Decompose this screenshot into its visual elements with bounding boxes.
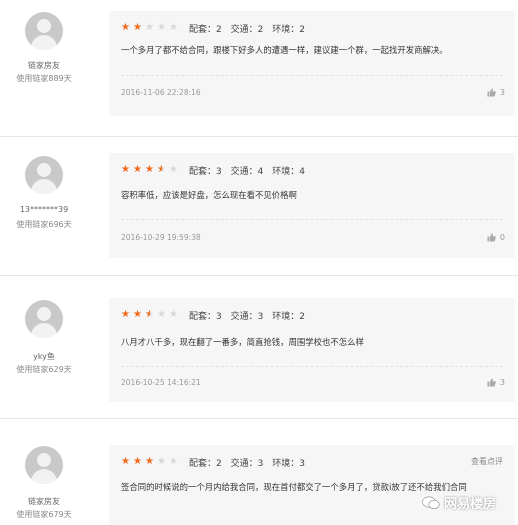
star-icon: ★ (169, 309, 178, 320)
avatar[interactable] (25, 156, 63, 194)
review-date: 2016-10-25 14:16:21 (121, 378, 201, 387)
star-icon: ★ ★ (133, 309, 142, 320)
review-user-days: 使用链家679天 (16, 510, 72, 519)
review-card: ★ ★ ★ ★ ★ ★ ★ 配套：2 交通：2 环境：2 一个多月了都不给合同，跟楼下好多人… (109, 11, 515, 116)
review-divider (0, 136, 518, 137)
star-icon: ★ ★ (145, 164, 154, 175)
score-jiaotong: 交通：3 (230, 311, 264, 322)
score-jiaotong: 交通：3 (230, 458, 264, 469)
star-icon: ★ ★ (121, 456, 130, 467)
review-card: ★ ★ ★ ★ ★ ★ ★ ★ ★ 配套：3 交通：4 环境：4 容积率低，应该是好盘，怎么现在… (109, 153, 515, 258)
star-icon: ★ (169, 164, 178, 175)
like-count: 0 (499, 233, 505, 242)
review-text: 一个多月了都不给合同，跟楼下好多人的遭遇一样，建议建一个群，一起找开发商解决。 (121, 45, 448, 55)
divider (121, 75, 503, 76)
star-rating: ★ ★ ★ ★ ★ ★ ★ ★ (121, 457, 181, 467)
sub-scores: 配套：3 交通：4 环境：4 (189, 164, 311, 177)
like-button[interactable]: 3 (487, 88, 505, 97)
score-huanjing: 环境：3 (272, 458, 305, 469)
review-username[interactable]: yky鱼 (0, 351, 88, 362)
review-card: ★ ★ ★ ★ ★ ★ ★ ★ 配套：3 交通：3 环境：2 八月才八千多，现在翻了一番多，简… (109, 298, 515, 402)
sub-scores: 配套：2 交通：3 环境：3 (189, 456, 311, 469)
review-user-days: 使用链家889天 (16, 74, 72, 83)
star-rating: ★ ★ ★ ★ ★ ★ ★ ★ ★ (121, 165, 181, 175)
avatar[interactable] (25, 12, 63, 50)
review-item: 13*******39 使用链家696天 ★ ★ ★ ★ ★ ★ ★ ★ ★ 配套：3 交通：4… (0, 138, 518, 274)
review-user-days: 使用链家629天 (16, 365, 72, 374)
review-username[interactable]: 链家房友 (0, 496, 88, 507)
divider (121, 366, 503, 367)
thumbs-up-icon (487, 88, 496, 97)
score-peitao: 配套：2 (189, 458, 222, 469)
review-text: 容积率低，应该是好盘，怎么现在看不见价格啊 (121, 190, 297, 200)
rating-row: ★ ★ ★ ★ ★ ★ ★ 配套：2 交通：2 环境：2 (121, 21, 311, 35)
review-item: yky鱼 使用链家629天 ★ ★ ★ ★ ★ ★ ★ ★ 配套：3 交通：3 环境：2 八月… (0, 276, 518, 416)
review-date: 2016-10-29 19:59:38 (121, 233, 201, 242)
score-huanjing: 环境：4 (272, 166, 305, 177)
star-icon: ★ ★ (145, 456, 154, 467)
review-user-days: 使用链家696天 (16, 220, 72, 229)
review-card: ★ ★ ★ ★ ★ ★ ★ ★ 配套：2 交通：3 环境：3 查看点评 签合同的时候说的一个月… (109, 445, 515, 525)
star-icon: ★ ★ (133, 456, 142, 467)
view-review-link[interactable]: 查看点评 (471, 456, 503, 467)
sub-scores: 配套：2 交通：2 环境：2 (189, 22, 311, 35)
wechat-icon (422, 496, 440, 509)
score-peitao: 配套：3 (189, 166, 222, 177)
rating-row: ★ ★ ★ ★ ★ ★ ★ ★ ★ 配套：3 交通：4 环境：4 (121, 163, 311, 177)
review-text: 八月才八千多，现在翻了一番多，简直抢钱，周围学校也不怎么样 (121, 337, 364, 347)
star-icon: ★ ★ (133, 164, 142, 175)
watermark-text: 网易楼房 (443, 497, 496, 512)
star-icon: ★ (169, 456, 178, 467)
star-rating: ★ ★ ★ ★ ★ ★ ★ (121, 23, 181, 33)
star-icon: ★ ★ (145, 309, 154, 320)
divider (121, 219, 503, 220)
like-button[interactable]: 3 (487, 378, 505, 387)
avatar[interactable] (25, 300, 63, 338)
star-icon: ★ (145, 22, 154, 33)
review-item: 链家房友 使用链家889天 ★ ★ ★ ★ ★ ★ ★ 配套：2 交通：2 环境：2 一个多… (0, 0, 518, 138)
score-huanjing: 环境：2 (272, 311, 305, 322)
star-icon: ★ ★ (121, 22, 130, 33)
star-icon: ★ ★ (133, 22, 142, 33)
score-peitao: 配套：2 (189, 24, 222, 35)
avatar[interactable] (25, 446, 63, 484)
star-icon: ★ (157, 309, 166, 320)
review-username[interactable]: 13*******39 (0, 205, 88, 214)
star-icon: ★ ★ (121, 164, 130, 175)
score-jiaotong: 交通：2 (230, 24, 264, 35)
watermark: 网易楼房 (422, 493, 496, 512)
review-username[interactable]: 链家房友 (0, 60, 88, 71)
star-icon: ★ (169, 22, 178, 33)
score-peitao: 配套：3 (189, 311, 222, 322)
like-button[interactable]: 0 (487, 233, 505, 242)
star-icon: ★ (157, 22, 166, 33)
like-count: 3 (499, 88, 505, 97)
star-icon: ★ ★ (121, 309, 130, 320)
thumbs-up-icon (487, 378, 496, 387)
sub-scores: 配套：3 交通：3 环境：2 (189, 309, 311, 322)
rating-row: ★ ★ ★ ★ ★ ★ ★ ★ 配套：2 交通：3 环境：3 (121, 455, 311, 469)
review-date: 2016-11-06 22:28:16 (121, 88, 201, 97)
rating-row: ★ ★ ★ ★ ★ ★ ★ ★ 配套：3 交通：3 环境：2 (121, 308, 311, 322)
star-rating: ★ ★ ★ ★ ★ ★ ★ ★ (121, 310, 181, 320)
star-icon: ★ ★ (157, 164, 166, 175)
score-jiaotong: 交通：4 (230, 166, 264, 177)
thumbs-up-icon (487, 233, 496, 242)
score-huanjing: 环境：2 (272, 24, 305, 35)
star-icon: ★ (157, 456, 166, 467)
like-count: 3 (499, 378, 505, 387)
